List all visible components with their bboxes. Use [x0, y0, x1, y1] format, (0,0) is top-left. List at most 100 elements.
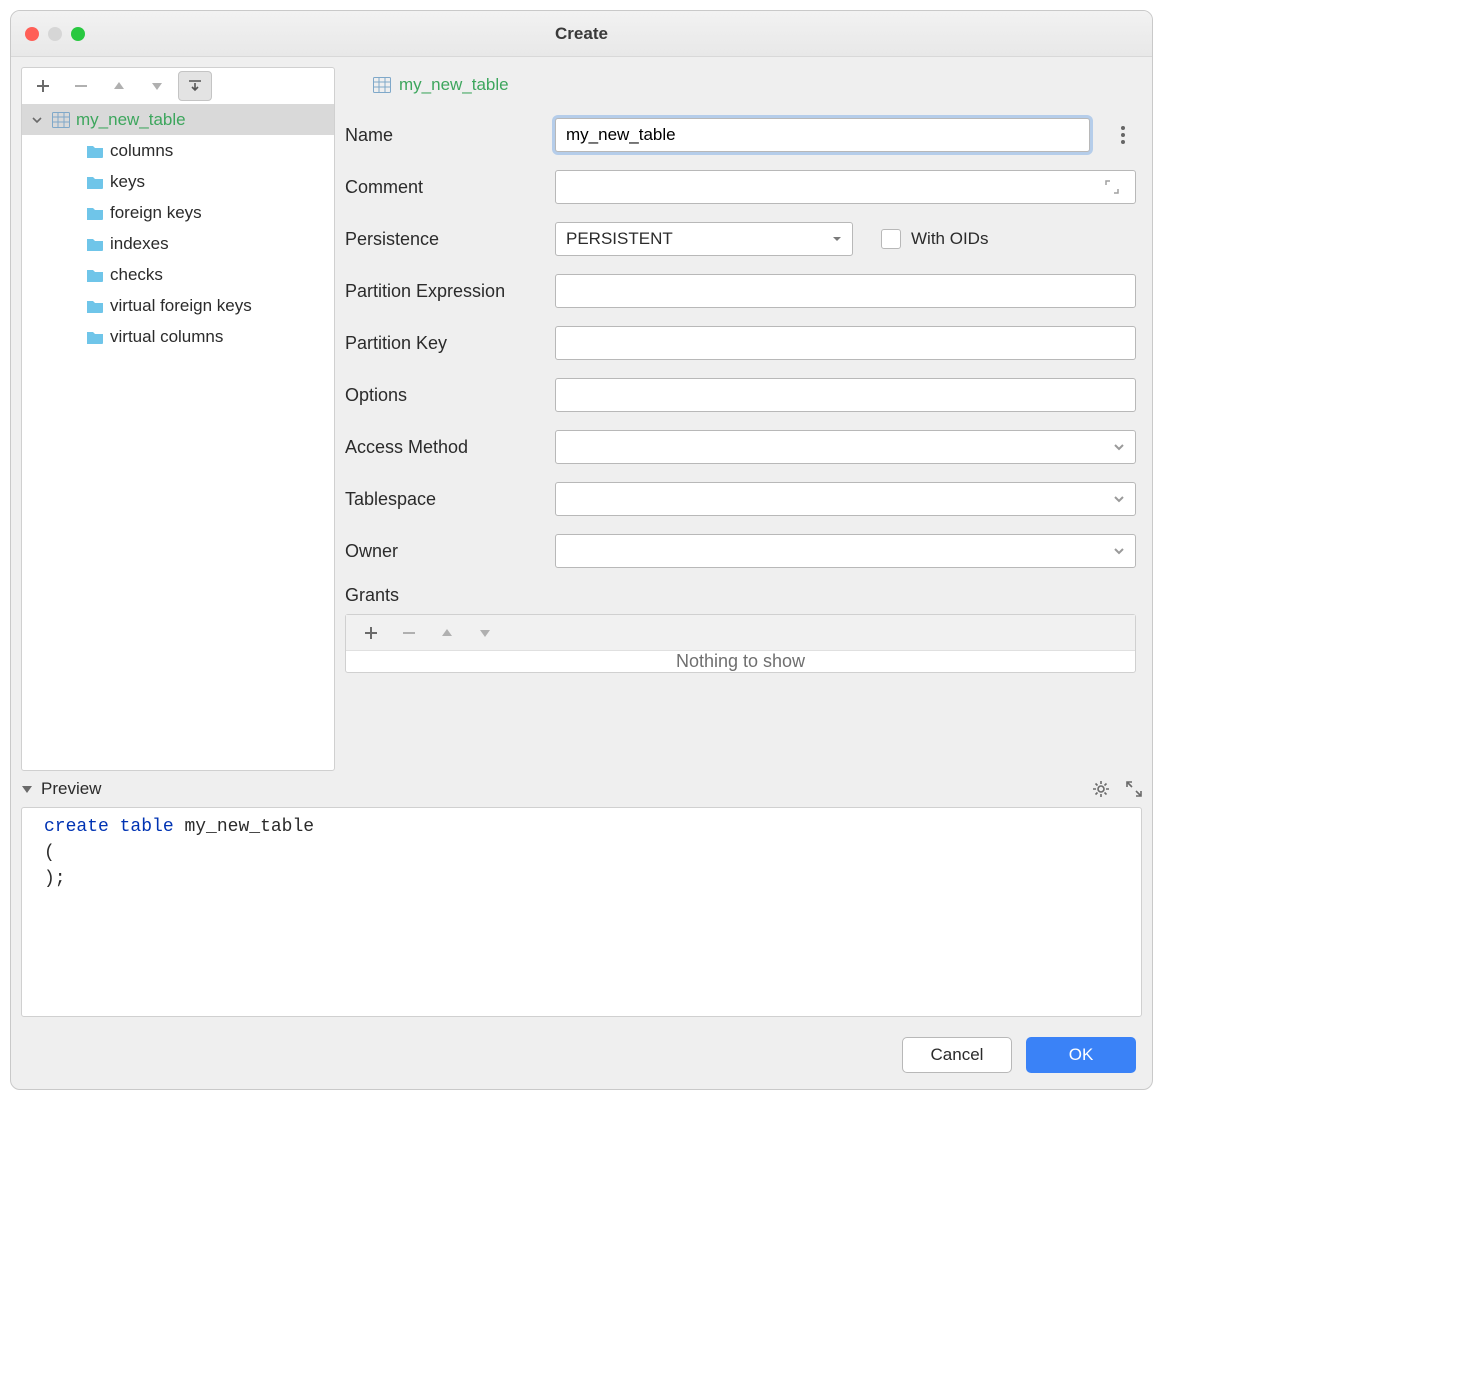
chevron-down-icon: [832, 234, 842, 244]
minimize-window-button[interactable]: [48, 27, 62, 41]
folder-icon: [86, 206, 104, 220]
tree-item-label: virtual columns: [110, 327, 223, 347]
add-button[interactable]: [26, 71, 60, 101]
tree-item-foreign-keys[interactable]: foreign keys: [22, 197, 334, 228]
close-window-button[interactable]: [25, 27, 39, 41]
create-dialog: Create: [10, 10, 1153, 1090]
window-controls: [25, 27, 85, 41]
tablespace-select[interactable]: [555, 482, 1136, 516]
plus-icon: [36, 79, 50, 93]
partition-expr-label: Partition Expression: [345, 281, 555, 302]
preview-section: Preview create table my_new_table ( );: [11, 771, 1152, 1027]
remove-button[interactable]: [64, 71, 98, 101]
folder-icon: [86, 330, 104, 344]
preview-header: Preview: [21, 771, 1142, 807]
sidebar-toolbar: [22, 68, 334, 104]
button-bar: Cancel OK: [11, 1027, 1152, 1089]
content-area: my_new_table columns keys foreign keys i…: [11, 57, 1152, 771]
options-input[interactable]: [555, 378, 1136, 412]
gear-icon: [1092, 780, 1110, 798]
grants-down-button[interactable]: [468, 618, 502, 648]
plus-icon: [364, 626, 378, 640]
grants-panel: Nothing to show: [345, 614, 1136, 673]
move-up-button[interactable]: [102, 71, 136, 101]
preview-body: create table my_new_table ( );: [21, 807, 1142, 1017]
cancel-button[interactable]: Cancel: [902, 1037, 1012, 1073]
preview-label: Preview: [41, 779, 101, 799]
tree-item-virtual-foreign-keys[interactable]: virtual foreign keys: [22, 290, 334, 321]
persistence-label: Persistence: [345, 229, 555, 250]
tree-item-label: indexes: [110, 234, 169, 254]
expand-icon: [1105, 180, 1119, 194]
grants-label: Grants: [345, 585, 1136, 606]
titlebar: Create: [11, 11, 1152, 57]
ok-button[interactable]: OK: [1026, 1037, 1136, 1073]
tablespace-label: Tablespace: [345, 489, 555, 510]
folder-icon: [86, 237, 104, 251]
tree-item-indexes[interactable]: indexes: [22, 228, 334, 259]
tree-item-label: virtual foreign keys: [110, 296, 252, 316]
tree-item-keys[interactable]: keys: [22, 166, 334, 197]
with-oids-label: With OIDs: [911, 229, 988, 249]
persistence-value: PERSISTENT: [566, 229, 673, 249]
grants-remove-button[interactable]: [392, 618, 426, 648]
sql-preview[interactable]: create table my_new_table ( );: [40, 808, 1141, 1016]
partition-key-label: Partition Key: [345, 333, 555, 354]
triangle-down-icon: [21, 783, 33, 795]
triangle-up-icon: [441, 627, 453, 639]
triangle-down-icon: [479, 627, 491, 639]
partition-expr-input[interactable]: [555, 274, 1136, 308]
folder-icon: [86, 299, 104, 313]
preview-toggle[interactable]: [21, 783, 33, 795]
owner-select[interactable]: [555, 534, 1136, 568]
tree-item-label: keys: [110, 172, 145, 192]
more-actions-button[interactable]: [1110, 126, 1136, 144]
tree-item-checks[interactable]: checks: [22, 259, 334, 290]
grants-add-button[interactable]: [354, 618, 388, 648]
tree-item-columns[interactable]: columns: [22, 135, 334, 166]
triangle-up-icon: [113, 80, 125, 92]
zoom-window-button[interactable]: [71, 27, 85, 41]
triangle-down-icon: [151, 80, 163, 92]
structure-sidebar: my_new_table columns keys foreign keys i…: [21, 67, 335, 771]
folder-icon: [86, 144, 104, 158]
grants-empty-text: Nothing to show: [346, 651, 1135, 672]
grants-toolbar: [346, 615, 1135, 651]
tree-item-label: checks: [110, 265, 163, 285]
minus-icon: [402, 626, 416, 640]
tree-item-label: columns: [110, 141, 173, 161]
folder-icon: [86, 175, 104, 189]
chevron-down-icon: [1113, 441, 1125, 453]
preview-settings-button[interactable]: [1092, 780, 1110, 798]
form: Name Comment: [339, 103, 1142, 771]
move-down-button[interactable]: [140, 71, 174, 101]
access-method-label: Access Method: [345, 437, 555, 458]
preview-expand-button[interactable]: [1126, 781, 1142, 797]
chevron-down-icon: [1113, 493, 1125, 505]
breadcrumb: my_new_table: [339, 67, 1142, 103]
name-input[interactable]: [555, 118, 1090, 152]
import-button[interactable]: [178, 71, 212, 101]
grants-up-button[interactable]: [430, 618, 464, 648]
breadcrumb-label: my_new_table: [399, 75, 509, 95]
main-panel: my_new_table Name Comment: [339, 67, 1142, 771]
window-title: Create: [85, 24, 1078, 44]
options-label: Options: [345, 385, 555, 406]
persistence-select[interactable]: PERSISTENT: [555, 222, 853, 256]
structure-tree: my_new_table columns keys foreign keys i…: [22, 104, 334, 770]
owner-label: Owner: [345, 541, 555, 562]
expand-icon: [1126, 781, 1142, 797]
tree-root-row[interactable]: my_new_table: [22, 104, 334, 135]
table-icon: [52, 112, 70, 128]
kebab-icon: [1121, 126, 1125, 144]
code-gutter: [22, 808, 40, 1016]
comment-label: Comment: [345, 177, 555, 198]
tree-item-virtual-columns[interactable]: virtual columns: [22, 321, 334, 352]
access-method-select[interactable]: [555, 430, 1136, 464]
with-oids-checkbox[interactable]: [881, 229, 901, 249]
name-label: Name: [345, 125, 555, 146]
comment-input[interactable]: [555, 170, 1136, 204]
partition-key-input[interactable]: [555, 326, 1136, 360]
chevron-down-icon: [1113, 545, 1125, 557]
tree-item-label: foreign keys: [110, 203, 202, 223]
